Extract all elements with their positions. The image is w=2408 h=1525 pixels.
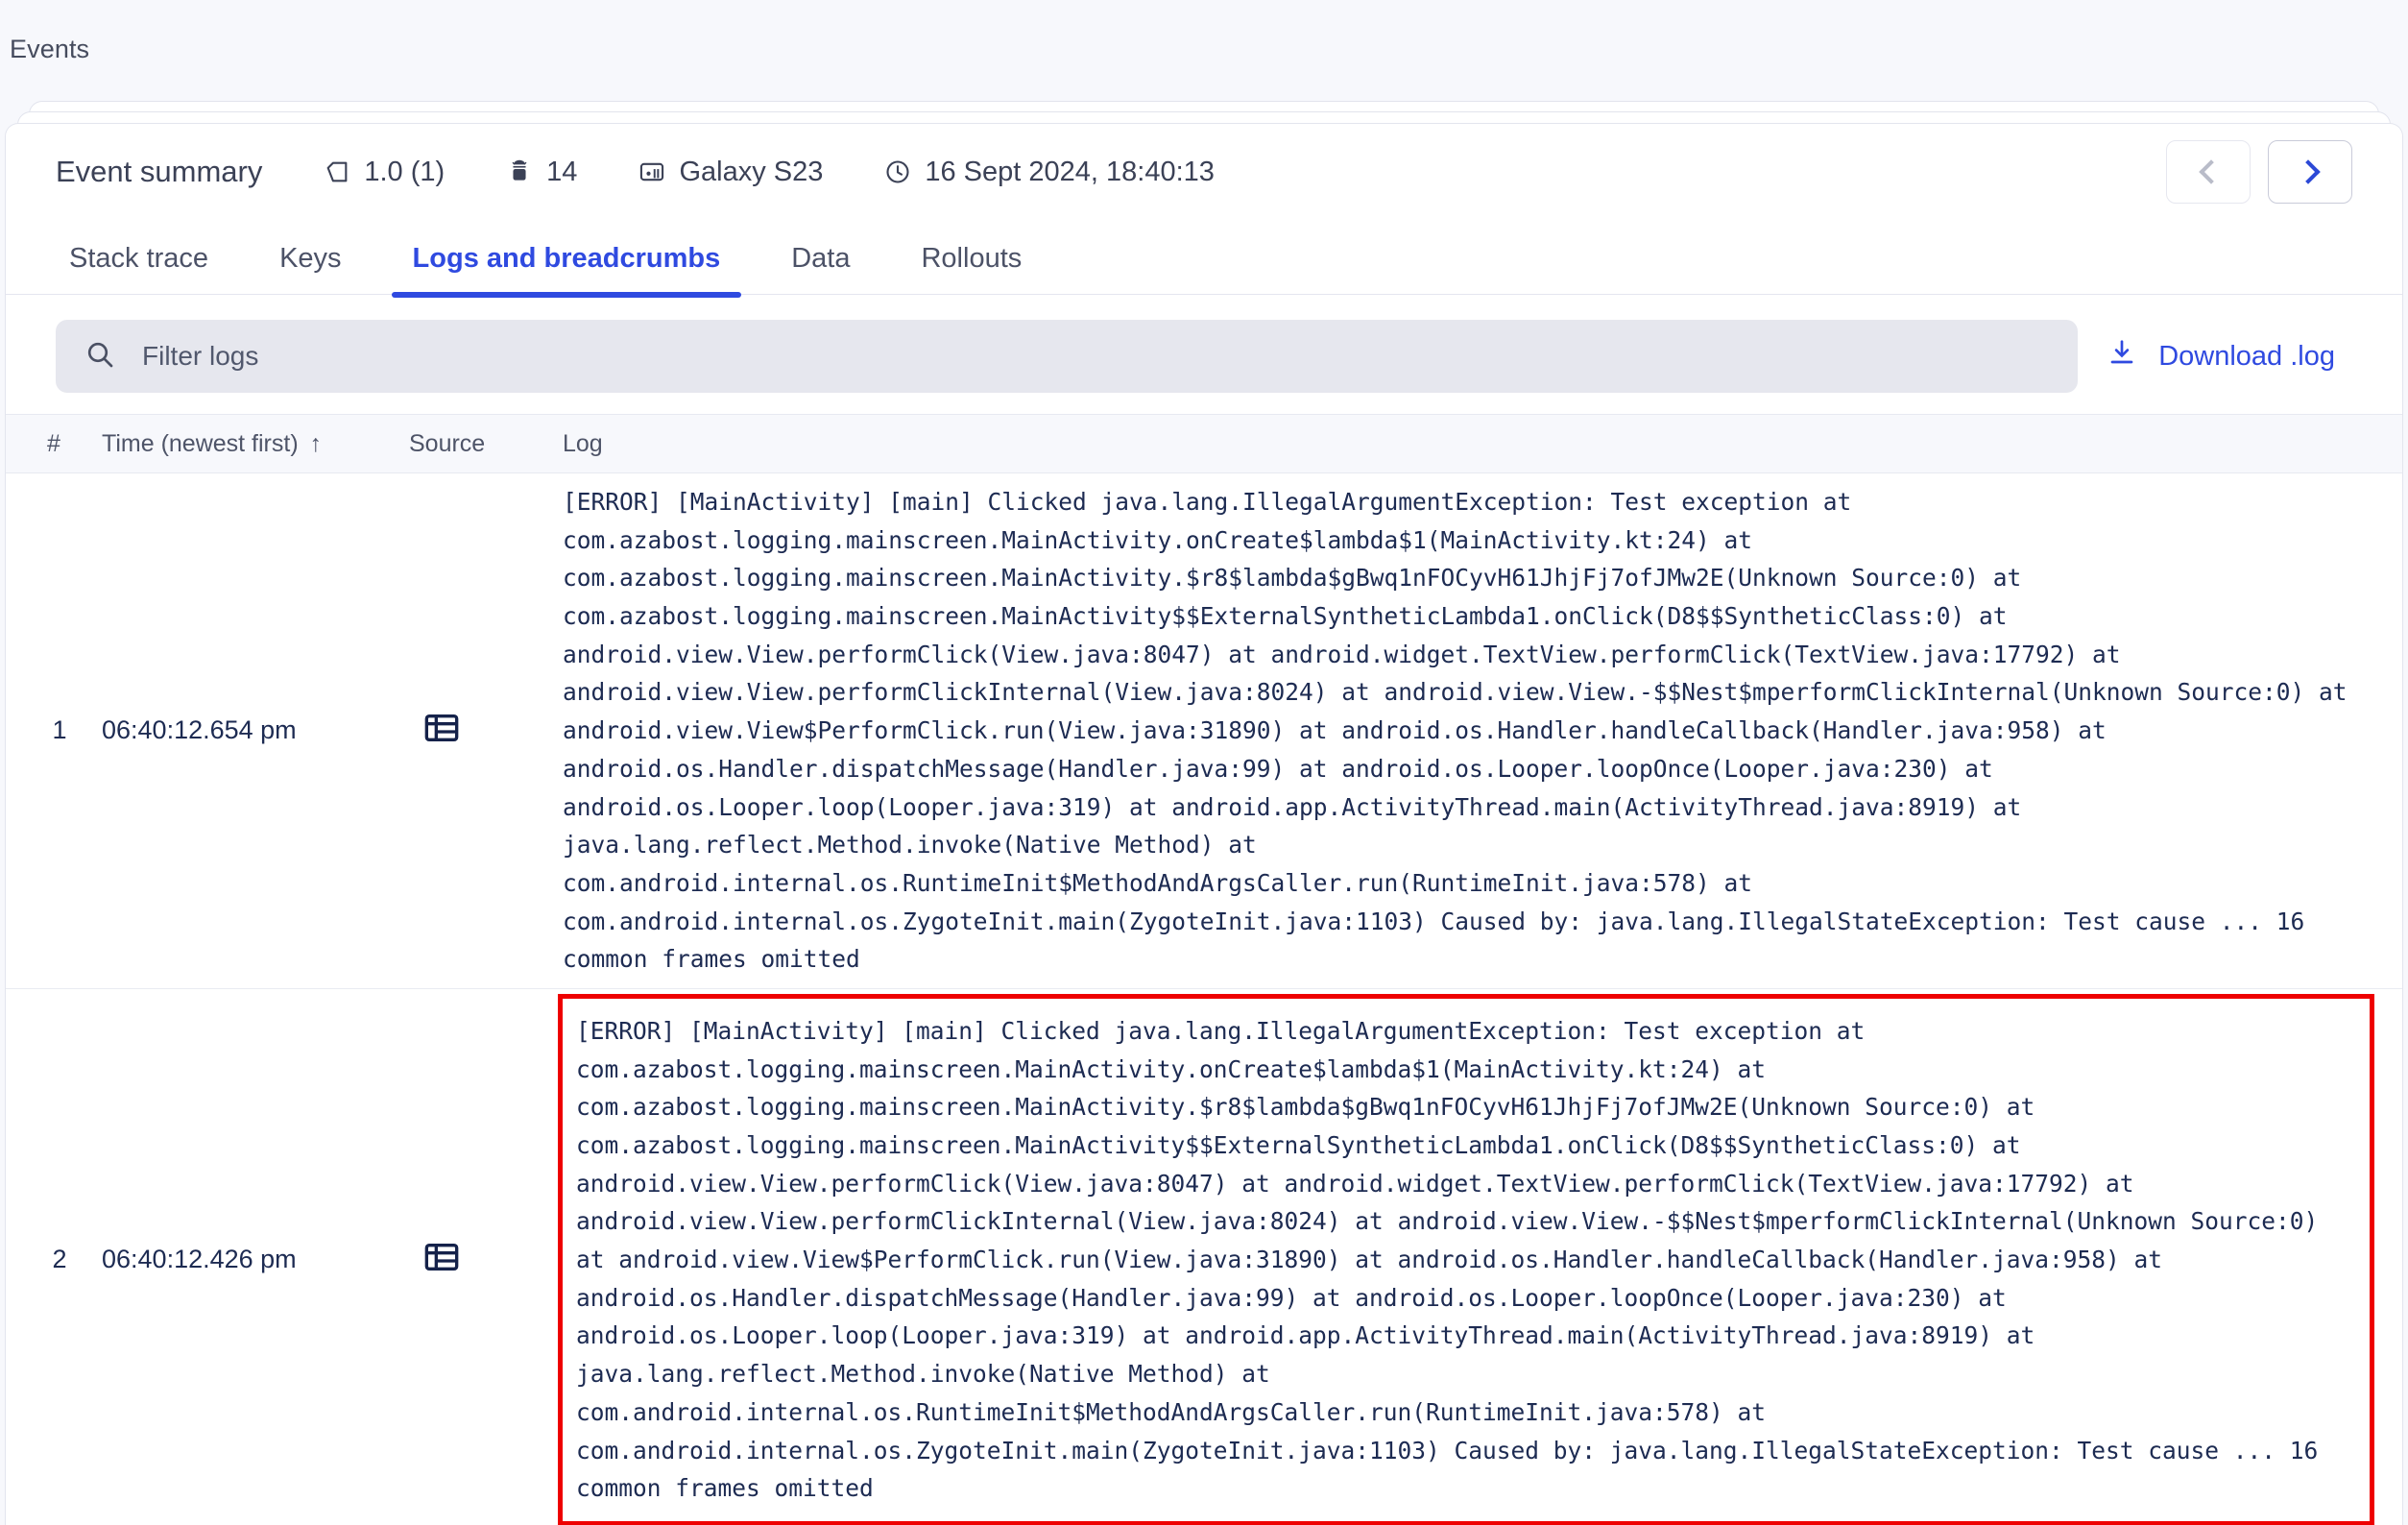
row-number: 1 [52,715,67,745]
logs-table: # Time (newest first) ↑ Source Log 1 06:… [6,414,2402,1525]
detail-tabs: Stack trace Keys Logs and breadcrumbs Da… [6,220,2402,298]
download-icon [2107,337,2137,375]
row-log-cell: [ERROR] [MainActivity] [main] Clicked ja… [553,473,2402,988]
row-time: 06:40:12.426 pm [102,1245,297,1274]
tab-rollouts[interactable]: Rollouts [900,243,1043,294]
breadcrumb[interactable]: Events [10,35,89,64]
device-icon [638,158,665,185]
logs-toolbar: Download .log [6,295,2402,414]
column-header-log: Log [563,429,603,457]
table-row[interactable]: 1 06:40:12.654 pm [ERROR] [MainActivity]… [6,473,2402,989]
download-log-label: Download .log [2158,340,2335,372]
clock-icon [884,158,911,185]
column-header-time[interactable]: Time (newest first) ↑ [102,430,409,458]
device-item: Galaxy S23 [638,157,823,188]
android-version-item: 14 [506,157,577,188]
row-time: 06:40:12.654 pm [102,715,297,745]
tab-data[interactable]: Data [770,243,871,294]
tab-keys[interactable]: Keys [258,243,362,294]
column-header-source: Source [409,429,486,457]
row-source [409,473,553,988]
column-header-time-label: Time (newest first) [102,429,299,457]
row-source [409,989,553,1525]
filter-logs-field[interactable] [56,320,2079,393]
timestamp-item: 16 Sept 2024, 18:40:13 [884,157,1215,188]
timestamp-value: 16 Sept 2024, 18:40:13 [925,156,1215,187]
android-version-value: 14 [546,156,578,187]
table-icon [422,709,461,752]
tab-logs-and-breadcrumbs[interactable]: Logs and breadcrumbs [391,243,742,298]
previous-event-button[interactable] [2166,140,2251,204]
search-icon [84,339,115,375]
android-icon [506,158,533,185]
event-summary-bar: Event summary 1.0 (1) 14 Galaxy S23 16 S… [6,124,2402,220]
table-row[interactable]: 2 06:40:12.426 pm [ERROR] [MainActivity]… [6,988,2402,1525]
tag-icon [324,158,350,185]
next-event-button[interactable] [2268,140,2352,204]
search-input[interactable] [140,340,2050,373]
chevron-left-icon [2198,159,2224,184]
page-title: Event summary [56,155,263,188]
sort-ascending-icon: ↑ [309,429,323,457]
event-pager [2166,140,2352,204]
app-version-value: 1.0 (1) [364,156,445,187]
column-header-number: # [47,429,60,457]
tab-stack-trace[interactable]: Stack trace [48,243,229,294]
row-log-text-highlighted: [ERROR] [MainActivity] [main] Clicked ja… [558,993,2374,1525]
download-log-button[interactable]: Download .log [2107,337,2352,375]
table-header-row: # Time (newest first) ↑ Source Log [6,414,2402,473]
app-version-item: 1.0 (1) [324,157,445,188]
chevron-right-icon [2295,159,2321,184]
device-value: Galaxy S23 [679,156,824,187]
event-detail-card: Event summary 1.0 (1) 14 Galaxy S23 16 S… [5,123,2403,1525]
table-icon [422,1238,461,1281]
row-log-text: [ERROR] [MainActivity] [main] Clicked ja… [563,488,2362,974]
row-number: 2 [52,1245,67,1274]
row-log-cell: [ERROR] [MainActivity] [main] Clicked ja… [553,989,2402,1525]
events-page: Events Event summary 1.0 (1) 14 Galaxy S… [0,0,2408,1525]
